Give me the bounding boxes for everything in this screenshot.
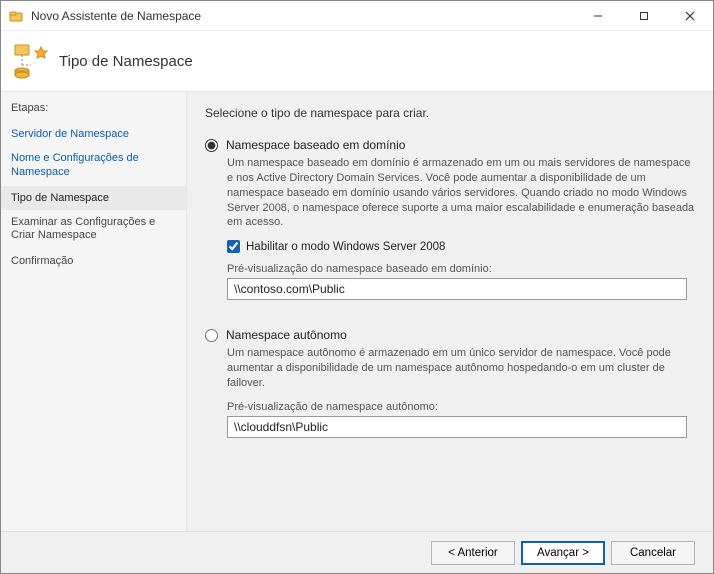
page-title: Tipo de Namespace <box>59 53 193 70</box>
radio-domain-based[interactable] <box>205 139 218 152</box>
back-button[interactable]: < Anterior <box>431 541 515 565</box>
next-button[interactable]: Avançar > <box>521 541 605 565</box>
titlebar: Novo Assistente de Namespace <box>1 1 713 31</box>
wizard-header: Tipo de Namespace <box>1 31 713 91</box>
wizard-footer: < Anterior Avançar > Cancelar <box>1 531 713 573</box>
instruction-text: Selecione o tipo de namespace para criar… <box>205 106 695 120</box>
cancel-button[interactable]: Cancelar <box>611 541 695 565</box>
window-controls <box>575 1 713 31</box>
step-confirmation[interactable]: Confirmação <box>1 249 186 273</box>
step-namespace-type[interactable]: Tipo de Namespace <box>1 186 186 210</box>
standalone-preview-input[interactable] <box>227 416 687 438</box>
step-review-create[interactable]: Examinar as Configurações e Criar Namesp… <box>1 210 186 250</box>
enable-2008-mode-row[interactable]: Habilitar o modo Windows Server 2008 <box>227 240 695 253</box>
window-title: Novo Assistente de Namespace <box>31 9 575 23</box>
maximize-button[interactable] <box>621 1 667 31</box>
domain-preview-input[interactable] <box>227 278 687 300</box>
domain-based-description: Um namespace baseado em domínio é armaze… <box>227 156 695 230</box>
radio-standalone[interactable] <box>205 329 218 342</box>
folder-wizard-icon <box>9 8 25 24</box>
radio-domain-based-label: Namespace baseado em domínio <box>226 138 405 152</box>
minimize-button[interactable] <box>575 1 621 31</box>
steps-sidebar: Etapas: Servidor de Namespace Nome e Con… <box>1 91 187 531</box>
option-standalone[interactable]: Namespace autônomo <box>205 328 695 342</box>
steps-heading: Etapas: <box>1 96 186 122</box>
option-domain-based[interactable]: Namespace baseado em domínio <box>205 138 695 152</box>
standalone-description: Um namespace autônomo é armazenado em um… <box>227 346 695 391</box>
namespace-new-icon <box>11 41 51 81</box>
close-button[interactable] <box>667 1 713 31</box>
main-panel: Selecione o tipo de namespace para criar… <box>187 91 713 531</box>
step-namespace-server[interactable]: Servidor de Namespace <box>1 122 186 146</box>
step-name-settings[interactable]: Nome e Configurações de Namespace <box>1 146 186 186</box>
checkbox-enable-2008-mode[interactable] <box>227 240 240 253</box>
radio-standalone-label: Namespace autônomo <box>226 328 347 342</box>
checkbox-enable-2008-mode-label: Habilitar o modo Windows Server 2008 <box>246 241 445 253</box>
standalone-preview-label: Pré-visualização de namespace autônomo: <box>227 401 695 413</box>
domain-preview-label: Pré-visualização do namespace baseado em… <box>227 263 695 275</box>
